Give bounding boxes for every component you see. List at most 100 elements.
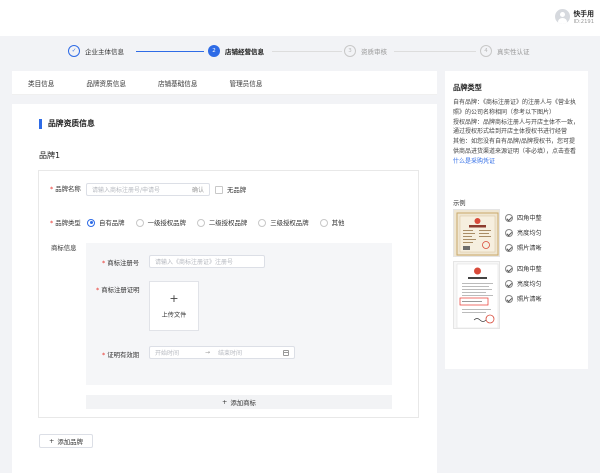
radio-button[interactable] <box>319 218 328 227</box>
check-item: 四角中整 <box>505 264 542 273</box>
help-authorized-brand: 授权品牌：品牌商标注册人与开店主体不一致，通过授权形式给到开店主体授权书进行经营 <box>453 118 580 136</box>
add-trademark-label: 添加商标 <box>230 398 256 407</box>
radio-button[interactable] <box>135 218 144 227</box>
tab-brand-qualification[interactable]: 品牌资质信息 <box>86 78 126 88</box>
trademark-cert-label-text: 商标注册证明 <box>101 286 140 294</box>
step-number: 3 <box>344 45 356 57</box>
step-number: 4 <box>480 45 492 57</box>
add-trademark-button[interactable]: + 添加商标 <box>86 395 392 409</box>
required-mark: * <box>96 286 100 294</box>
brand-type-radio-group: 自有品牌 一级授权品牌 二级授权品牌 三级授权品牌 其他 <box>87 218 355 227</box>
purchase-voucher-link[interactable]: 什么是采购凭证 <box>453 158 495 165</box>
validity-label: * 证明有效期 <box>102 350 139 359</box>
trademark-cert-row: * 商标注册证明 <box>96 285 140 294</box>
step-label: 真实性认证 <box>497 48 530 56</box>
check-text: 亮度均匀 <box>517 230 542 237</box>
help-other-text: 其他：如您没有自有品牌/品牌授权书，您可提供商品进货渠道来源证明（非必填），点击… <box>453 138 577 155</box>
example1-checklist: 四角中整 亮度均匀 照片清晰 <box>505 213 542 252</box>
step-authenticity: 4 真实性认证 <box>480 45 530 57</box>
example2-checklist: 四角中整 亮度均匀 照片清晰 <box>505 264 542 303</box>
help-title: 品牌类型 <box>453 83 482 92</box>
brand-type-label-text: 品牌类型 <box>55 219 81 227</box>
step-shop-info: 2 店铺经营信息 <box>208 45 264 57</box>
check-item: 照片清晰 <box>505 294 542 303</box>
check-text: 四角中整 <box>517 215 542 222</box>
radio-label: 一级授权品牌 <box>147 219 186 227</box>
business-license-example-image[interactable] <box>453 209 500 257</box>
no-brand-option[interactable]: 无品牌 <box>215 185 246 194</box>
business-license-illustration <box>454 210 499 256</box>
section-title-text: 品牌资质信息 <box>48 119 95 128</box>
check-item: 亮度均匀 <box>505 228 542 237</box>
required-mark: * <box>102 351 106 359</box>
check-text: 亮度均匀 <box>517 281 542 288</box>
radio-label: 二级授权品牌 <box>208 219 248 227</box>
progress-steps: ✓ 企业主体信息 2 店铺经营信息 3 资质审核 4 真实性认证 <box>68 45 548 61</box>
brand-type-label: * 品牌类型 <box>50 218 81 227</box>
trademark-cert-label: * 商标注册证明 <box>96 285 140 294</box>
check-item: 照片清晰 <box>505 243 542 252</box>
section-tabs: 类目信息 品牌资质信息 店铺基础信息 管理员信息 <box>12 71 437 95</box>
plus-icon: + <box>222 398 228 406</box>
check-circle-icon <box>505 294 513 303</box>
avatar[interactable] <box>554 9 570 24</box>
radio-button[interactable] <box>258 218 267 227</box>
brand-title: 品牌1 <box>39 151 61 160</box>
radio-first-level-authorized[interactable]: 一级授权品牌 <box>135 218 186 227</box>
required-mark: * <box>102 259 106 267</box>
trademark-certificate-example-image[interactable] <box>453 261 500 329</box>
radio-label: 三级授权品牌 <box>270 219 309 227</box>
user-info[interactable]: 快手用 ID:2191 <box>554 8 594 25</box>
brand-type-row: * 品牌类型 <box>50 218 81 227</box>
step-label: 资质审核 <box>361 48 387 56</box>
brand-type-help-panel: 品牌类型 自有品牌：《商标注册证》的注册人与《营业执照》的公司名称相同（参考以下… <box>445 71 588 369</box>
tab-admin-info[interactable]: 管理员信息 <box>230 78 263 88</box>
add-brand-button[interactable]: + 添加品牌 <box>39 434 93 448</box>
radio-button[interactable] <box>196 218 205 227</box>
radio-second-level-authorized[interactable]: 二级授权品牌 <box>196 218 248 227</box>
step-label: 店铺经营信息 <box>225 48 264 56</box>
arrow-right-icon: → <box>205 349 211 356</box>
brand-name-input[interactable]: 请输入商标注册号/申请号 确认 <box>86 183 210 196</box>
step-connector <box>394 51 476 52</box>
radio-third-level-authorized[interactable]: 三级授权品牌 <box>258 218 309 227</box>
check-icon: ✓ <box>68 45 80 57</box>
user-id: ID:2191 <box>573 19 594 25</box>
check-item: 四角中整 <box>505 213 542 222</box>
trademark-no-label: * 商标注册号 <box>102 258 139 267</box>
upload-file-button[interactable]: + 上传文件 <box>149 281 199 331</box>
brand-name-placeholder: 请输入商标注册号/申请号 <box>92 187 161 194</box>
section-title: 品牌资质信息 <box>39 118 95 129</box>
check-text: 四角中整 <box>517 266 542 273</box>
radio-label: 其他 <box>331 219 345 227</box>
check-text: 照片清晰 <box>517 296 542 303</box>
validity-row: * 证明有效期 <box>102 350 139 359</box>
step-connector <box>272 51 342 52</box>
confirm-button[interactable]: 确认 <box>192 185 204 194</box>
step-company-info: ✓ 企业主体信息 <box>68 45 124 57</box>
upload-label: 上传文件 <box>161 312 187 319</box>
calendar-icon[interactable] <box>283 350 289 356</box>
radio-label: 自有品牌 <box>99 219 125 227</box>
start-date-placeholder: 开始时间 <box>155 350 180 357</box>
plus-icon: + <box>169 292 179 305</box>
radio-own-brand[interactable]: 自有品牌 <box>87 218 125 227</box>
trademark-info-label: 商标信息 <box>51 244 77 252</box>
tab-category-info[interactable]: 类目信息 <box>28 78 54 88</box>
no-brand-checkbox[interactable] <box>215 185 223 194</box>
step-number: 2 <box>208 45 220 57</box>
tab-shop-basic-info[interactable]: 店铺基础信息 <box>158 78 198 88</box>
add-brand-label: 添加品牌 <box>57 437 83 446</box>
trademark-no-input[interactable]: 请输入《商标注册证》注册号 <box>149 255 265 268</box>
radio-other[interactable]: 其他 <box>319 218 345 227</box>
validity-date-range-input[interactable]: 开始时间 → 结束时间 <box>149 346 295 359</box>
section-accent-bar <box>39 118 42 129</box>
help-own-brand: 自有品牌：《商标注册证》的注册人与《营业执照》的公司名称相同（参考以下图片） <box>453 99 577 116</box>
trademark-certificate-illustration <box>454 262 499 328</box>
user-name: 快手用 <box>573 10 594 18</box>
radio-button[interactable] <box>87 218 95 227</box>
brand-name-row: * 品牌名称 <box>50 184 81 193</box>
check-circle-icon <box>505 279 513 288</box>
check-text: 照片清晰 <box>517 245 542 252</box>
example-label: 示例 <box>453 200 466 207</box>
